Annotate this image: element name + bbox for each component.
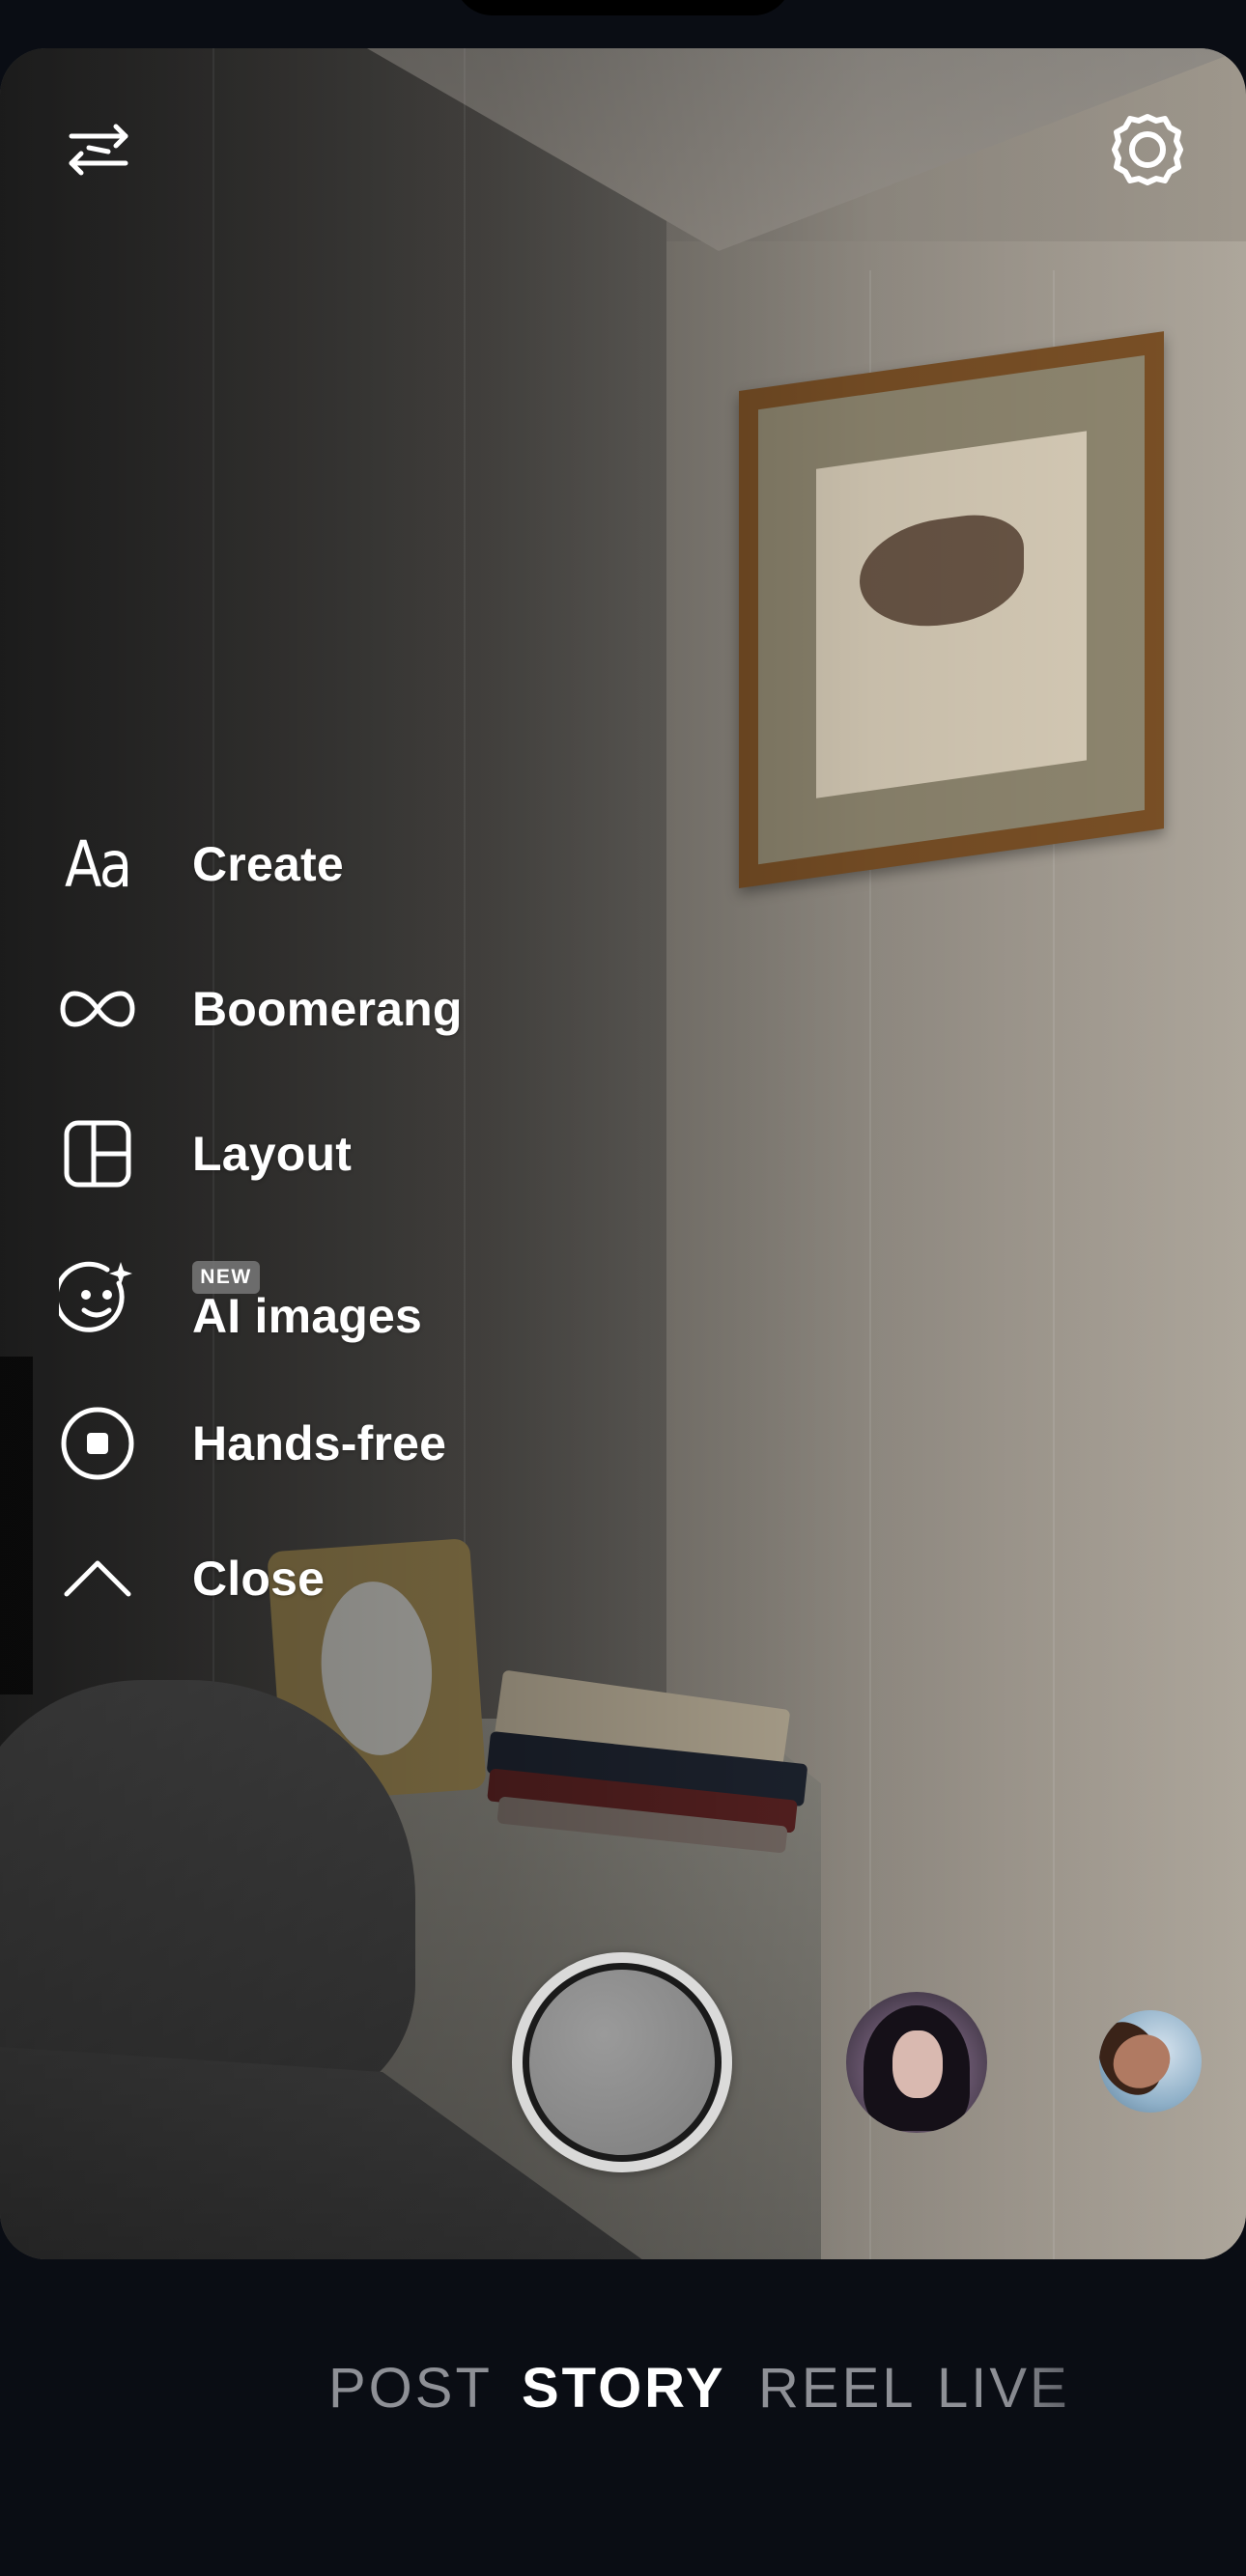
chevron-up-icon [54,1535,141,1622]
mode-story[interactable]: STORY [522,2356,726,2421]
menu-item-close[interactable]: Close [54,1535,325,1622]
layout-grid-icon [54,1110,141,1197]
menu-label-ai-images: AI images [192,1289,423,1343]
settings-button[interactable] [1104,106,1191,193]
switch-camera-button[interactable] [55,106,142,193]
shutter-core [529,1970,715,2155]
menu-label-layout: Layout [192,1127,353,1181]
menu-item-layout[interactable]: Layout [54,1110,352,1197]
infinity-icon [54,966,141,1052]
text-aa-icon: Aa [65,826,132,902]
menu-label-boomerang: Boomerang [192,982,463,1036]
mode-post[interactable]: POST [328,2356,493,2421]
menu-label-hands-free: Hands-free [192,1416,447,1470]
shutter-ring [523,1963,722,2162]
menu-label-close: Close [192,1552,326,1606]
menu-label-create: Create [192,837,344,891]
menu-item-hands-free[interactable]: Hands-free [54,1400,446,1487]
shutter-button[interactable] [512,1952,732,2172]
effect-preview-face [892,2030,943,2098]
record-stop-icon [54,1400,141,1487]
effect-preview-2[interactable] [1099,2010,1202,2113]
menu-item-boomerang[interactable]: Boomerang [54,966,463,1052]
mode-fade-overlay [1005,2356,1246,2443]
device-notch [454,0,792,15]
new-badge: NEW [192,1261,260,1294]
gear-icon [1112,114,1183,185]
camera-screen: Aa Create Boomerang Layout AI images NEW… [0,0,1246,2576]
switch-camera-icon [69,124,128,176]
effect-preview-1[interactable] [846,1992,987,2133]
sparkle-face-icon [54,1255,141,1342]
menu-item-create[interactable]: Aa Create [54,821,344,908]
mode-reel[interactable]: REEL [758,2356,917,2421]
mode-selector: POST STORY REEL LIVE [0,2356,1246,2443]
